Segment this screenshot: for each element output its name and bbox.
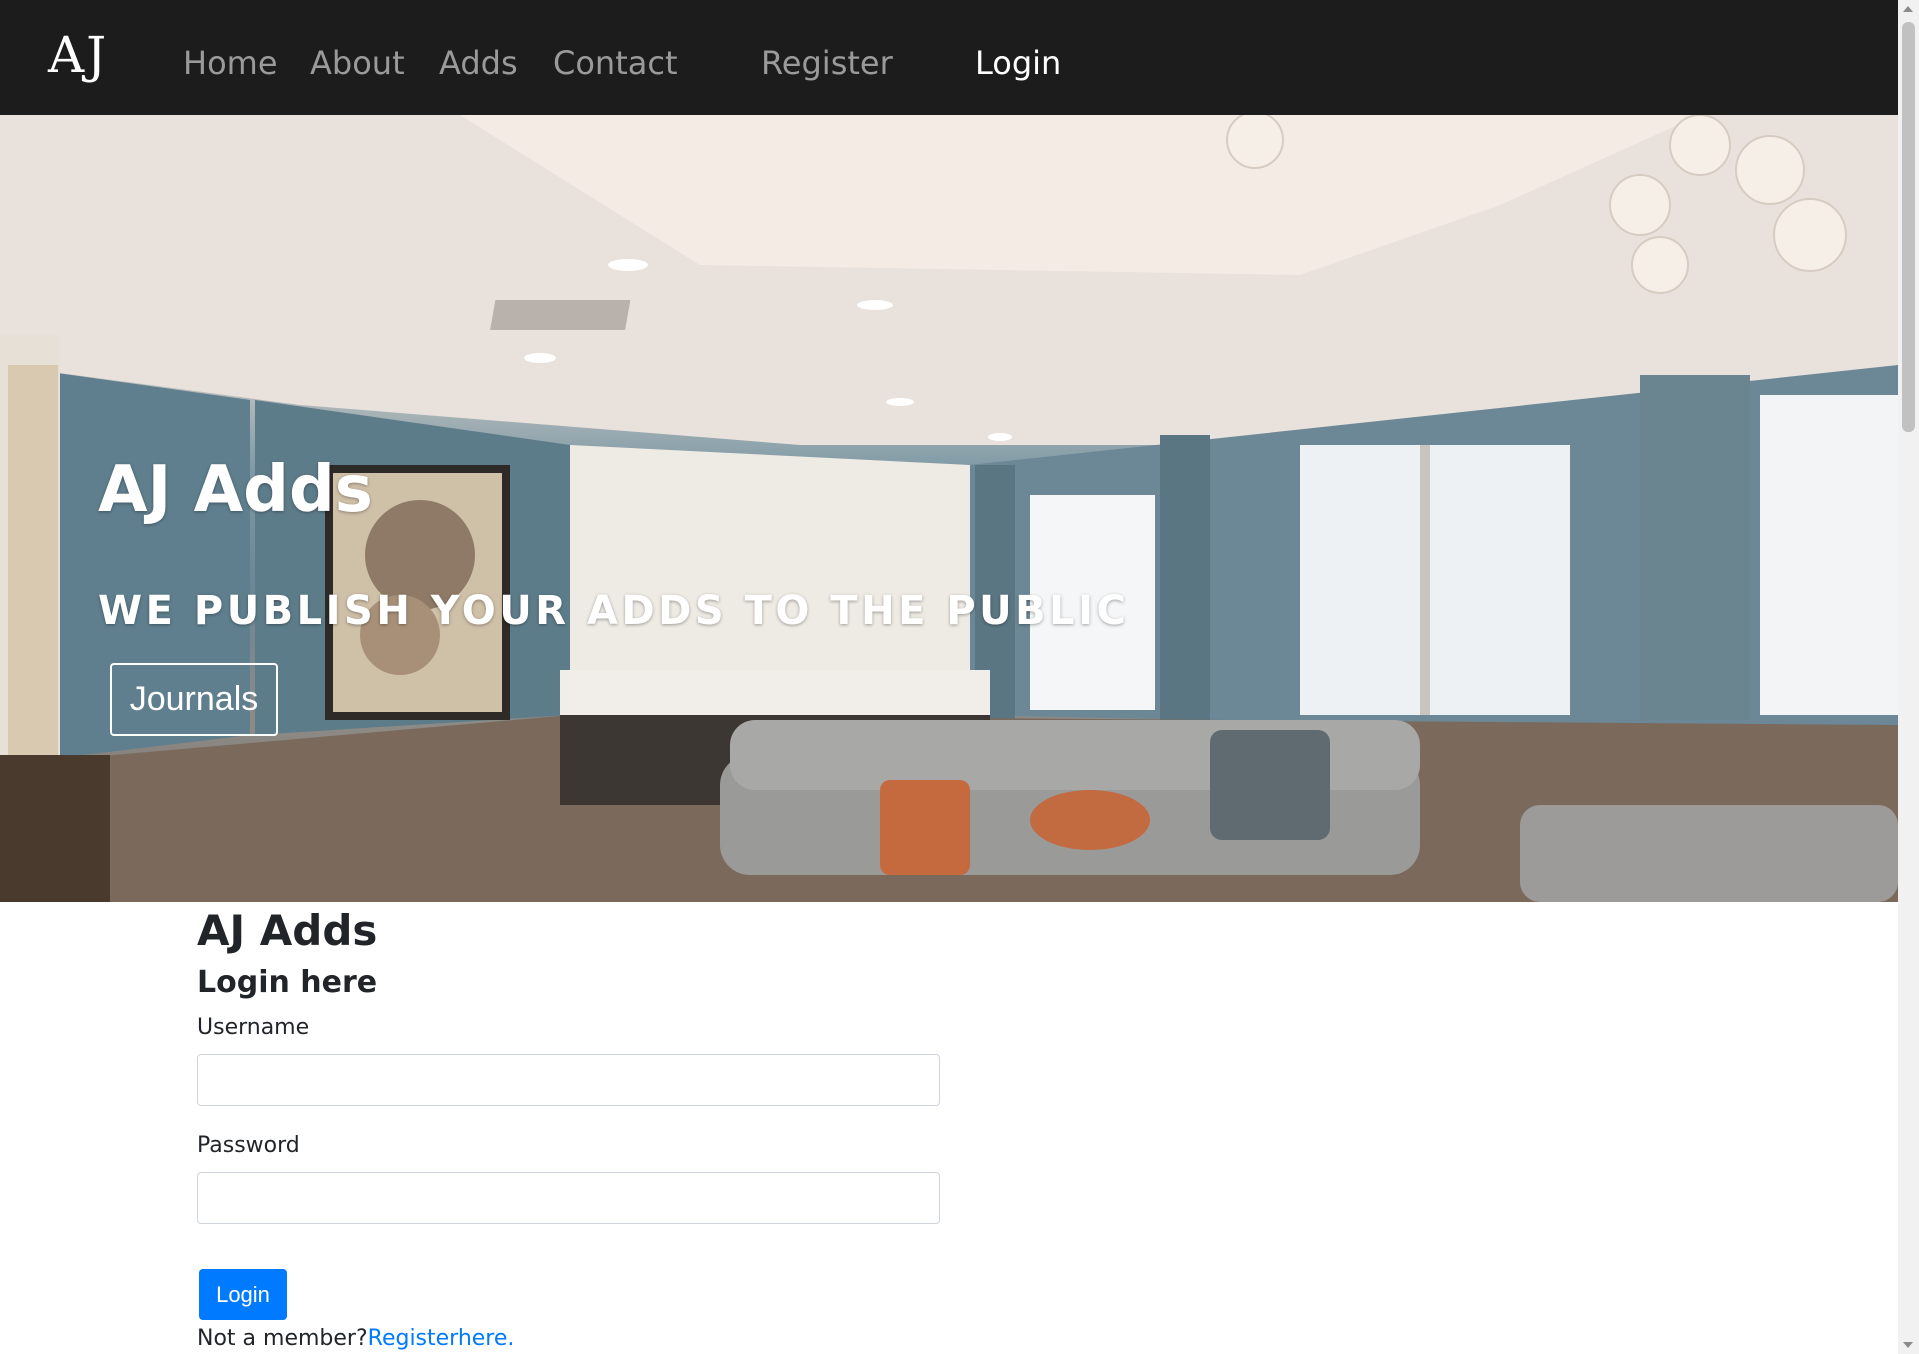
nav-register[interactable]: Register [761,44,893,82]
nav-contact[interactable]: Contact [553,44,678,82]
register-prompt: Not a member?Registerhere. [197,1326,514,1351]
nav-adds[interactable]: Adds [439,44,518,82]
username-input[interactable] [197,1054,940,1106]
register-link[interactable]: Registerhere. [368,1326,515,1351]
nav-about[interactable]: About [310,44,405,82]
password-input[interactable] [197,1172,940,1224]
register-prompt-text: Not a member? [197,1326,368,1351]
journals-button[interactable]: Journals [110,663,278,736]
login-submit-button[interactable]: Login [199,1269,287,1320]
hero-title: AJ Adds [98,453,373,527]
top-navbar: AJ Home About Adds Contact Register Logi… [0,0,1898,115]
page-scrollbar[interactable] [1898,0,1919,1354]
scroll-down-arrow-icon[interactable] [1903,1342,1913,1348]
page-title: AJ Adds [197,906,378,955]
login-heading: Login here [197,965,378,1000]
hero-banner: AJ Adds WE PUBLISH YOUR ADDS TO THE PUBL… [0,115,1898,902]
hero-subtitle: WE PUBLISH YOUR ADDS TO THE PUBLIC [98,588,1130,634]
nav-login[interactable]: Login [975,44,1061,82]
scrollbar-thumb[interactable] [1902,22,1915,432]
brand-logo[interactable]: AJ [48,26,108,84]
password-label: Password [197,1133,300,1158]
scroll-up-arrow-icon[interactable] [1903,6,1913,12]
nav-home[interactable]: Home [183,44,278,82]
username-label: Username [197,1015,310,1040]
